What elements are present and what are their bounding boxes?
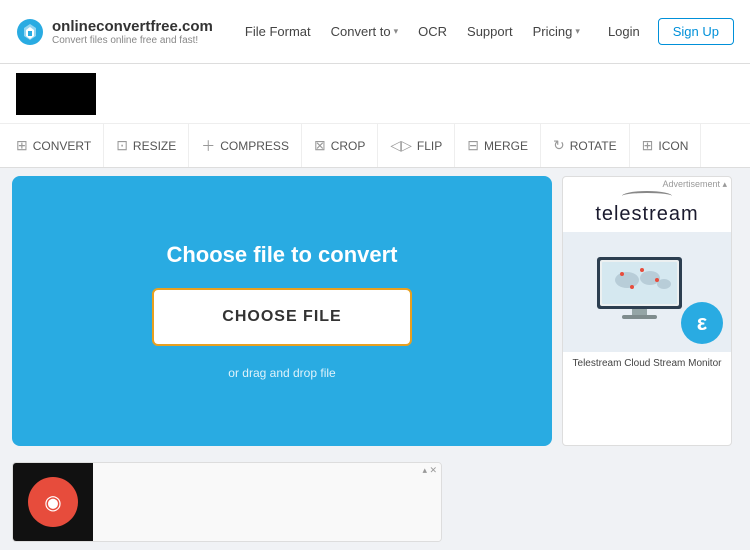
telestream-image-area[interactable]: ε: [563, 232, 731, 352]
logo-area[interactable]: onlineconvertfree.com Convert files onli…: [16, 18, 213, 46]
logo-name: onlineconvertfree.com: [52, 18, 213, 35]
rotate-icon: ↻: [553, 137, 565, 154]
bottom-ad-circle-icon: ◉: [28, 477, 78, 527]
convert-title: Choose file to convert: [166, 242, 397, 268]
ad-black-box: [16, 73, 96, 115]
main-content: Choose file to convert CHOOSE FILE or dr…: [0, 168, 750, 454]
login-button[interactable]: Login: [600, 20, 648, 43]
header-actions: Login Sign Up: [600, 18, 734, 45]
compress-icon: ＋: [201, 136, 215, 156]
tool-resize[interactable]: ⊡ RESIZE: [104, 124, 189, 167]
convert-icon: ⊞: [16, 137, 28, 154]
ad-label: Advertisement ▴: [662, 179, 727, 190]
tool-flip[interactable]: ◁▷ FLIP: [378, 124, 455, 167]
nav-item-convert-to[interactable]: Convert to ▾: [323, 20, 407, 43]
tool-nav: ⊞ CONVERT ⊡ RESIZE ＋ COMPRESS ⊠ CROP ◁▷ …: [0, 124, 750, 168]
bottom-area: ▴ ✕ ◉: [0, 454, 750, 542]
telestream-arc-decoration: [622, 191, 672, 201]
telestream-caption: Telestream Cloud Stream Monitor: [563, 352, 731, 375]
header: onlineconvertfree.com Convert files onli…: [0, 0, 750, 64]
nav-item-support[interactable]: Support: [459, 20, 521, 43]
logo-tagline: Convert files online free and fast!: [52, 35, 213, 46]
nav-item-pricing[interactable]: Pricing ▾: [525, 20, 588, 43]
tool-rotate[interactable]: ↻ ROTATE: [541, 124, 630, 167]
nav-item-file-format[interactable]: File Format: [237, 20, 319, 43]
bottom-ad-banner: ▴ ✕ ◉: [12, 462, 442, 542]
tool-compress[interactable]: ＋ COMPRESS: [189, 124, 302, 167]
bottom-ad-label: ▴ ✕: [422, 465, 437, 476]
telestream-brand-name: telestream: [595, 203, 698, 226]
tool-crop[interactable]: ⊠ CROP: [302, 124, 378, 167]
logo-icon: [16, 18, 44, 46]
top-ad-banner: [0, 64, 750, 124]
nav-item-ocr[interactable]: OCR: [410, 20, 455, 43]
tool-merge[interactable]: ⊟ MERGE: [455, 124, 541, 167]
main-nav: File Format Convert to ▾ OCR Support Pri…: [237, 20, 600, 43]
bottom-ad-icon-glyph: ◉: [44, 490, 61, 515]
merge-icon: ⊟: [467, 137, 479, 154]
logo-text-block: onlineconvertfree.com Convert files onli…: [52, 18, 213, 46]
crop-icon: ⊠: [314, 137, 326, 154]
flip-icon: ◁▷: [390, 137, 412, 154]
chevron-down-icon: ▾: [394, 26, 399, 37]
signup-button[interactable]: Sign Up: [658, 18, 734, 45]
tool-convert[interactable]: ⊞ CONVERT: [4, 124, 104, 167]
bottom-ad-dark-section: ◉: [13, 463, 93, 541]
sidebar-ad: Advertisement ▴ telestream: [562, 176, 732, 446]
resize-icon: ⊡: [116, 137, 128, 154]
chevron-down-icon-pricing: ▾: [575, 26, 580, 37]
drag-drop-hint: or drag and drop file: [228, 366, 335, 380]
tool-icon[interactable]: ⊞ ICON: [630, 124, 702, 167]
telestream-badge-icon: ε: [681, 302, 723, 344]
bottom-ad-content: [93, 463, 441, 541]
convert-box: Choose file to convert CHOOSE FILE or dr…: [12, 176, 552, 446]
icon-tool-icon: ⊞: [642, 137, 654, 154]
choose-file-button[interactable]: CHOOSE FILE: [152, 288, 412, 346]
